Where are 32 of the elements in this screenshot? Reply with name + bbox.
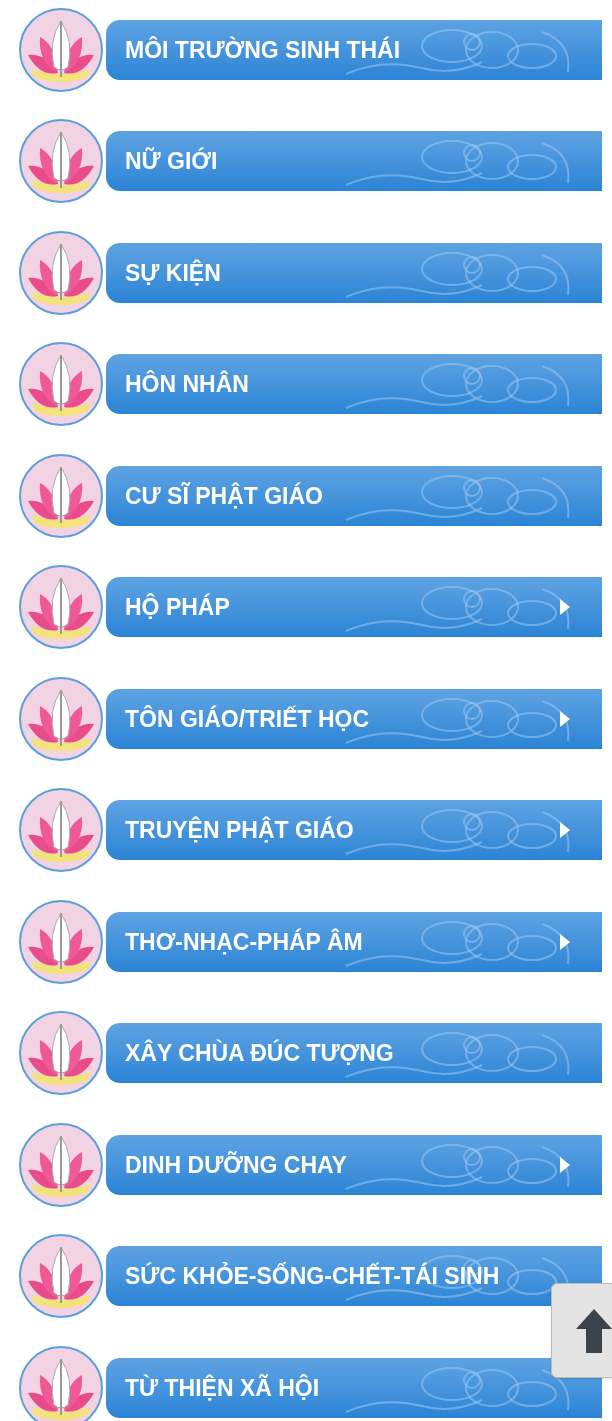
menu-item[interactable]: MÔI TRƯỜNG SINH THÁI: [106, 19, 602, 80]
arrow-icon: [558, 932, 572, 951]
menu-item[interactable]: DINH DƯỠNG CHAY: [106, 1134, 602, 1195]
menu-item[interactable]: HỘ PHÁP: [106, 577, 602, 638]
arrow-icon: [558, 598, 572, 617]
lotus-icon: [18, 564, 104, 651]
menu-item[interactable]: NỮ GIỚI: [106, 131, 602, 192]
lotus-icon: [18, 898, 104, 985]
lotus-icon: [18, 1233, 104, 1320]
arrow-icon: [558, 821, 572, 840]
lotus-icon: [18, 787, 104, 874]
lotus-icon: [18, 6, 104, 93]
lotus-icon: [18, 229, 104, 316]
menu-item[interactable]: TỪ THIỆN XÃ HỘI: [106, 1357, 602, 1418]
arrow-icon: [558, 1155, 572, 1174]
lotus-icon: [18, 118, 104, 205]
back-to-top-button[interactable]: [551, 1283, 612, 1378]
menu-item[interactable]: CƯ SĨ PHẬT GIÁO: [106, 465, 602, 526]
lotus-icon: [18, 1010, 104, 1097]
lotus-icon: [18, 1121, 104, 1208]
menu-item[interactable]: HÔN NHÂN: [106, 354, 602, 415]
menu-item[interactable]: TRUYỆN PHẬT GIÁO: [106, 800, 602, 861]
lotus-icon: [18, 675, 104, 762]
menu-item[interactable]: XÂY CHÙA ĐÚC TƯỢNG: [106, 1023, 602, 1084]
up-arrow-icon: [576, 1308, 612, 1353]
lotus-icon: [18, 341, 104, 428]
menu-item[interactable]: THƠ-NHẠC-PHÁP ÂM: [106, 911, 602, 972]
menu-item[interactable]: SỨC KHỎE-SỐNG-CHẾT-TÁI SINH: [106, 1246, 602, 1307]
lotus-icon: [18, 452, 104, 539]
menu-item[interactable]: TÔN GIÁO/TRIẾT HỌC: [106, 688, 602, 749]
arrow-icon: [558, 709, 572, 728]
menu-item[interactable]: SỰ KIỆN: [106, 242, 602, 303]
